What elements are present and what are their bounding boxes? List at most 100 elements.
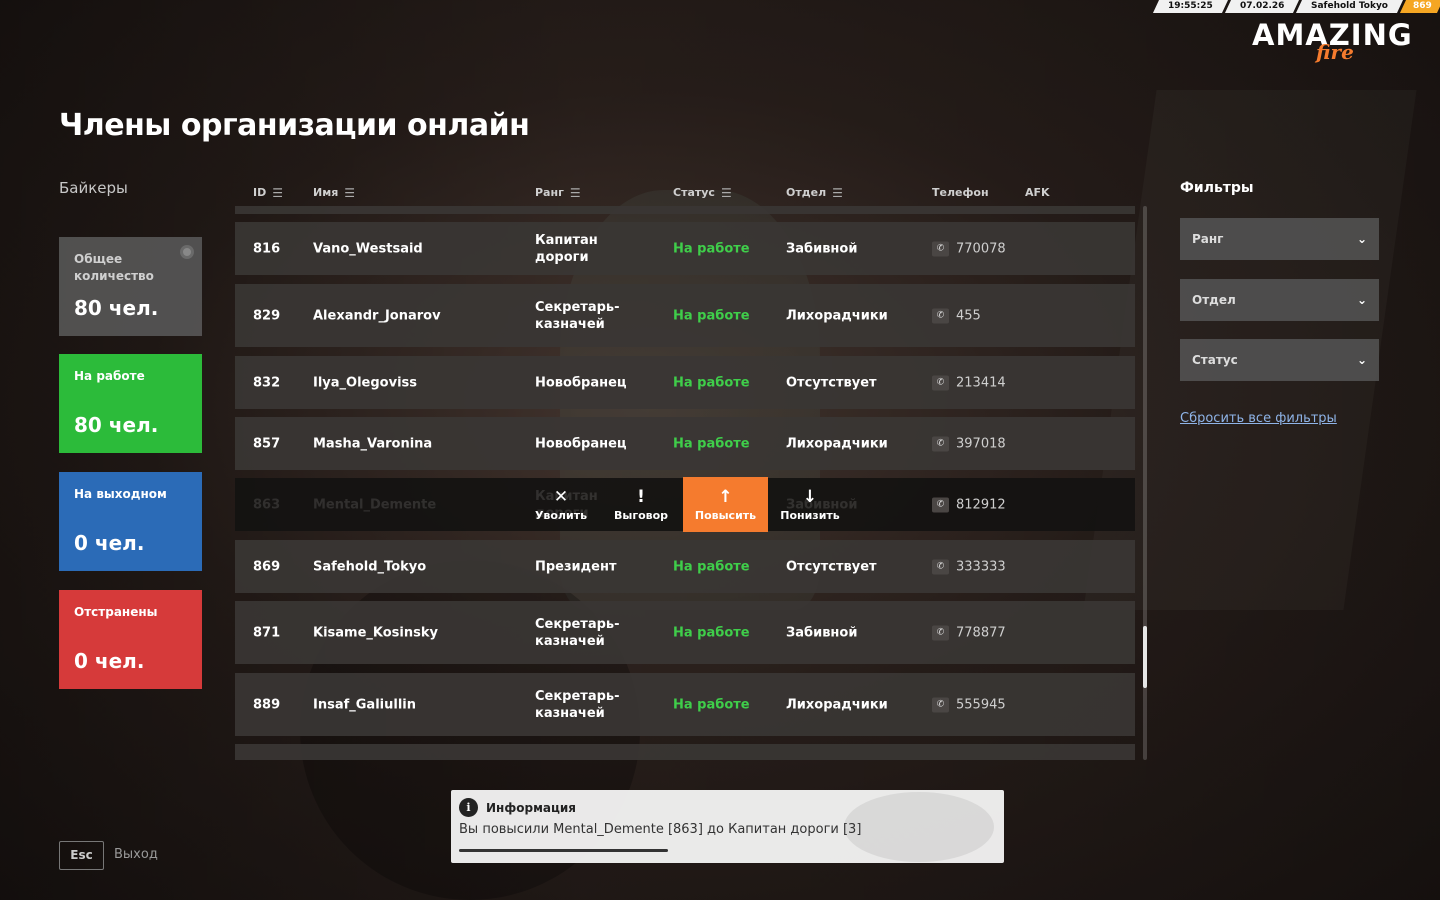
cell-rank: Секретарь-казначей (535, 299, 620, 332)
hud-player-id: 869 (1400, 0, 1440, 13)
table-row-partial (235, 744, 1135, 760)
cell-id: 816 (253, 241, 281, 256)
sort-icon: ☰ (832, 186, 843, 200)
cell-status: На работе (673, 241, 750, 256)
phone-icon: ✆ (932, 697, 949, 712)
phone-icon: ✆ (932, 497, 949, 512)
sort-icon: ☰ (569, 186, 581, 200)
arrow-down-icon: ↓ (802, 487, 818, 507)
cell-dept: Забивной (786, 241, 858, 256)
table-row[interactable]: 857 Masha_Varonina Новобранец На работе … (235, 417, 1135, 470)
table-scrollbar[interactable] (1143, 206, 1147, 760)
fire-button[interactable]: ✕ Уволить (521, 477, 601, 532)
header-dept[interactable]: Отдел ☰ (786, 186, 843, 200)
cell-rank: Секретарь-казначей (535, 616, 620, 649)
exit-label[interactable]: Выход (114, 847, 158, 862)
status-filter-select[interactable]: Статус ⌄ (1180, 339, 1379, 381)
toast-progress-bar (459, 849, 668, 852)
hud-time: 19:55:25 (1152, 0, 1228, 13)
header-status[interactable]: Статус ☰ (673, 186, 732, 200)
header-id[interactable]: ID ☰ (253, 186, 283, 200)
reprimand-button[interactable]: ! Выговор (601, 477, 681, 532)
cell-name: Alexandr_Jonarov (313, 308, 441, 323)
stat-card-total[interactable]: Общее количество 80 чел. (59, 237, 202, 336)
phone-icon: ✆ (932, 241, 949, 256)
toast-header: i Информация (459, 798, 576, 817)
page-title: Члены организации онлайн (59, 108, 530, 143)
cell-id: 832 (253, 375, 281, 390)
cell-status: На работе (673, 625, 750, 640)
table-row[interactable]: 832 Ilya_Olegoviss Новобранец На работе … (235, 356, 1135, 409)
cell-name: Ilya_Olegoviss (313, 375, 418, 390)
stat-label: На работе (74, 369, 145, 383)
esc-key-button[interactable]: Esc (59, 841, 104, 870)
chevron-down-icon: ⌄ (1356, 293, 1367, 307)
phone-icon: ✆ (932, 308, 949, 323)
phone-icon: ✆ (932, 375, 949, 390)
stat-label: Отстранены (74, 605, 158, 619)
reset-filters-link[interactable]: Сбросить все фильтры (1180, 411, 1337, 426)
sort-icon: ☰ (720, 186, 732, 200)
row-actions: ✕ Уволить ! Выговор ↑ Повысить ↓ Понизит… (521, 477, 850, 532)
cell-dept: Отсутствует (786, 375, 877, 390)
info-toast: i Информация Вы повысили Mental_Demente … (451, 790, 1004, 863)
cell-id: 889 (253, 697, 281, 712)
table-row[interactable]: 829 Alexandr_Jonarov Секретарь-казначей … (235, 284, 1135, 347)
table-row[interactable]: 816 Vano_Westsaid Капитан дороги На рабо… (235, 222, 1135, 275)
cell-status: На работе (673, 308, 750, 323)
header-afk: AFK (1025, 186, 1050, 199)
stat-label: Общее количество (74, 252, 154, 283)
demote-button[interactable]: ↓ Понизить (770, 477, 850, 532)
table-row[interactable]: 871 Kisame_Kosinsky Секретарь-казначей Н… (235, 601, 1135, 664)
cell-id: 863 (253, 497, 281, 512)
cell-rank: Капитан дороги (535, 232, 598, 265)
cell-name: Kisame_Kosinsky (313, 625, 438, 640)
stat-card-working[interactable]: На работе 80 чел. (59, 354, 202, 453)
hud-player: Safehold Tokyo (1296, 0, 1404, 13)
table-row[interactable]: 869 Safehold_Tokyo Президент На работе О… (235, 540, 1135, 593)
cell-phone: ✆ 333333 (932, 558, 1006, 575)
cell-phone: ✆ 778877 (932, 624, 1006, 641)
cell-rank: Президент (535, 559, 617, 574)
cell-phone: ✆ 770078 (932, 240, 1006, 257)
sort-icon: ☰ (344, 186, 356, 200)
cell-name: Safehold_Tokyo (313, 559, 427, 574)
header-name[interactable]: Имя ☰ (313, 186, 355, 200)
cell-phone: ✆ 455 (932, 307, 981, 324)
org-name: Байкеры (59, 179, 128, 197)
stat-card-day-off[interactable]: На выходном 0 чел. (59, 472, 202, 571)
stat-value: 0 чел. (74, 531, 145, 555)
cell-dept: Отсутствует (786, 559, 877, 574)
cell-status: На работе (673, 375, 750, 390)
table-row[interactable]: 889 Insaf_Galiullin Секретарь-казначей Н… (235, 673, 1135, 736)
arrow-up-icon: ↑ (718, 487, 733, 507)
rank-filter-select[interactable]: Ранг ⌄ (1180, 218, 1379, 260)
phone-icon: ✆ (932, 625, 949, 640)
scrollbar-thumb[interactable] (1143, 626, 1147, 688)
cell-name: Insaf_Galiullin (313, 697, 416, 712)
stat-card-suspended[interactable]: Отстранены 0 чел. (59, 590, 202, 689)
cell-status: На работе (673, 436, 750, 451)
header-phone: Телефон (932, 186, 989, 199)
stat-value: 80 чел. (74, 296, 159, 320)
cell-status: На работе (673, 559, 750, 574)
cell-name: Masha_Varonina (313, 436, 433, 451)
cell-id: 871 (253, 625, 281, 640)
amazing-logo: AMAZING fire (1252, 18, 1422, 66)
cell-rank: Секретарь-казначей (535, 688, 620, 721)
promote-button[interactable]: ↑ Повысить (683, 477, 768, 532)
filters-title: Фильтры (1180, 180, 1254, 196)
toast-title: Информация (486, 800, 576, 815)
table-row-partial (235, 206, 1135, 214)
chevron-down-icon: ⌄ (1356, 353, 1367, 367)
header-rank[interactable]: Ранг ☰ (535, 186, 581, 200)
cell-id: 869 (253, 559, 281, 574)
stat-label: На выходном (74, 487, 167, 501)
cell-phone: ✆ 213414 (932, 374, 1006, 391)
cell-name: Vano_Westsaid (313, 241, 423, 256)
phone-icon: ✆ (932, 559, 949, 574)
cell-dept: Лихорадчики (786, 308, 888, 323)
radio-icon (180, 245, 194, 259)
cell-dept: Лихорадчики (786, 436, 888, 451)
dept-filter-select[interactable]: Отдел ⌄ (1180, 279, 1379, 321)
